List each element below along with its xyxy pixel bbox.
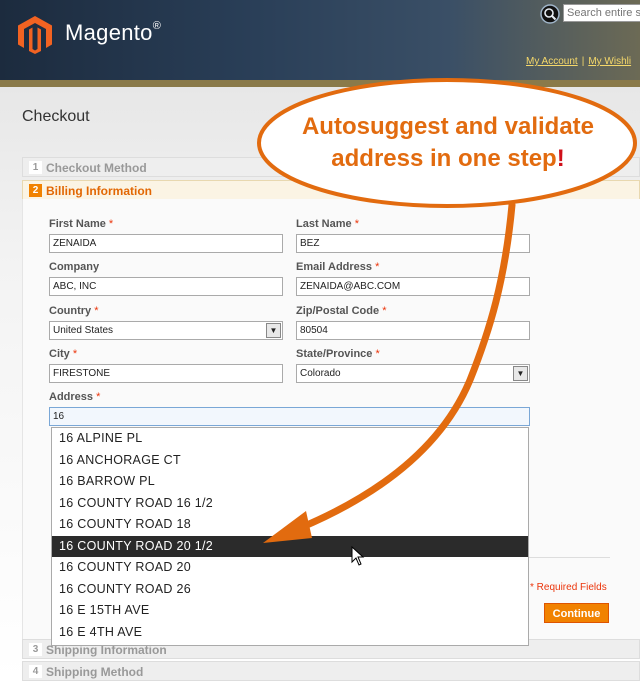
- suggestion-item[interactable]: 16 E 15TH AVE: [52, 600, 528, 622]
- label-text: State/Province: [296, 348, 373, 360]
- email-field[interactable]: [296, 277, 530, 296]
- state-label: State/Province *: [296, 348, 380, 360]
- address-field[interactable]: [49, 407, 530, 426]
- callout-line-1: Autosuggest and validate: [301, 113, 595, 140]
- last-name-label: Last Name *: [296, 218, 359, 230]
- callout-line-2: address in one step!: [268, 143, 628, 175]
- address-autosuggest-list: 16 ALPINE PL 16 ANCHORAGE CT 16 BARROW P…: [51, 427, 529, 646]
- suggestion-item[interactable]: 16 BARROW PL: [52, 471, 528, 493]
- brand-name[interactable]: Magento®: [65, 20, 161, 46]
- zip-label: Zip/Postal Code *: [296, 305, 386, 317]
- brand-text: Magento: [65, 20, 153, 45]
- suggestion-item-selected[interactable]: 16 COUNTY ROAD 20 1/2: [52, 535, 528, 557]
- brand-mark: ®: [152, 20, 162, 32]
- label-text: First Name: [49, 218, 106, 230]
- step-billing-information[interactable]: 2 Billing Information: [22, 180, 640, 200]
- suggestion-item[interactable]: 16 ANCHORAGE CT: [52, 450, 528, 472]
- callout-line-2-text: address in one step: [331, 145, 557, 172]
- suggestion-item[interactable]: 16 COUNTY ROAD 18: [52, 514, 528, 536]
- required-mark: *: [382, 305, 387, 317]
- callout-exclamation: !: [556, 145, 565, 172]
- state-select[interactable]: Colorado ▼: [296, 364, 530, 383]
- site-header: Magento® My Account|My Wishli: [0, 0, 640, 87]
- my-wishlist-link[interactable]: My Wishli: [588, 56, 631, 67]
- callout-text: Autosuggest and validate address in one …: [268, 111, 628, 175]
- last-name-field[interactable]: [296, 234, 530, 253]
- step-number: 1: [29, 161, 42, 174]
- chevron-down-icon[interactable]: ▼: [513, 366, 528, 381]
- step-number: 4: [29, 665, 42, 678]
- country-value: United States: [53, 325, 114, 336]
- first-name-field[interactable]: [49, 234, 283, 253]
- city-field[interactable]: [49, 364, 283, 383]
- mouse-cursor-icon: [351, 546, 365, 566]
- required-mark: *: [94, 305, 99, 317]
- company-field[interactable]: [49, 277, 283, 296]
- required-mark: *: [375, 348, 380, 360]
- required-mark: *: [96, 391, 101, 403]
- form-divider: [525, 557, 610, 558]
- header-stripe: [0, 80, 640, 87]
- label-text: City: [49, 348, 70, 360]
- state-value: Colorado: [300, 368, 341, 379]
- suggestion-item[interactable]: 16 COUNTY ROAD 20: [52, 557, 528, 579]
- continue-button[interactable]: Continue: [544, 603, 609, 623]
- magento-logo-icon[interactable]: [18, 16, 52, 54]
- step-number: 3: [29, 643, 42, 656]
- label-text: Country: [49, 305, 92, 317]
- label-text: Zip/Postal Code: [296, 305, 380, 317]
- chevron-down-icon[interactable]: ▼: [266, 323, 281, 338]
- country-select[interactable]: United States ▼: [49, 321, 283, 340]
- suggestion-item[interactable]: 16 COUNTY ROAD 16 1/2: [52, 493, 528, 515]
- step-label: Shipping Method: [46, 665, 144, 679]
- search-input[interactable]: [563, 4, 640, 22]
- step-shipping-method[interactable]: 4 Shipping Method: [22, 661, 640, 681]
- company-label: Company: [49, 261, 100, 273]
- required-fields-note: * Required Fields: [530, 582, 607, 593]
- my-account-link[interactable]: My Account: [526, 56, 578, 67]
- suggestion-item[interactable]: 16 ALPINE PL: [52, 428, 528, 450]
- search-icon[interactable]: [540, 4, 560, 24]
- suggestion-item[interactable]: 16 E 4TH AVE: [52, 622, 528, 644]
- zip-field[interactable]: [296, 321, 530, 340]
- label-text: Email Address: [296, 261, 373, 273]
- first-name-label: First Name *: [49, 218, 113, 230]
- top-links: My Account | My Wishli: [526, 56, 631, 67]
- city-label: City *: [49, 348, 77, 360]
- label-text: Last Name: [296, 218, 352, 230]
- link-separator: |: [581, 56, 585, 67]
- required-mark: *: [72, 348, 78, 360]
- country-label: Country *: [49, 305, 99, 317]
- page-title: Checkout: [22, 108, 90, 125]
- email-label: Email Address *: [296, 261, 379, 273]
- step-number: 2: [29, 184, 42, 197]
- step-label: Checkout Method: [46, 161, 147, 175]
- required-mark: *: [354, 218, 359, 230]
- step-label: Billing Information: [46, 184, 152, 198]
- label-text: Address: [49, 391, 94, 403]
- required-mark: *: [108, 218, 114, 230]
- suggestion-item[interactable]: 16 COUNTY ROAD 26: [52, 579, 528, 601]
- required-mark: *: [375, 261, 380, 273]
- address-label: Address *: [49, 391, 100, 403]
